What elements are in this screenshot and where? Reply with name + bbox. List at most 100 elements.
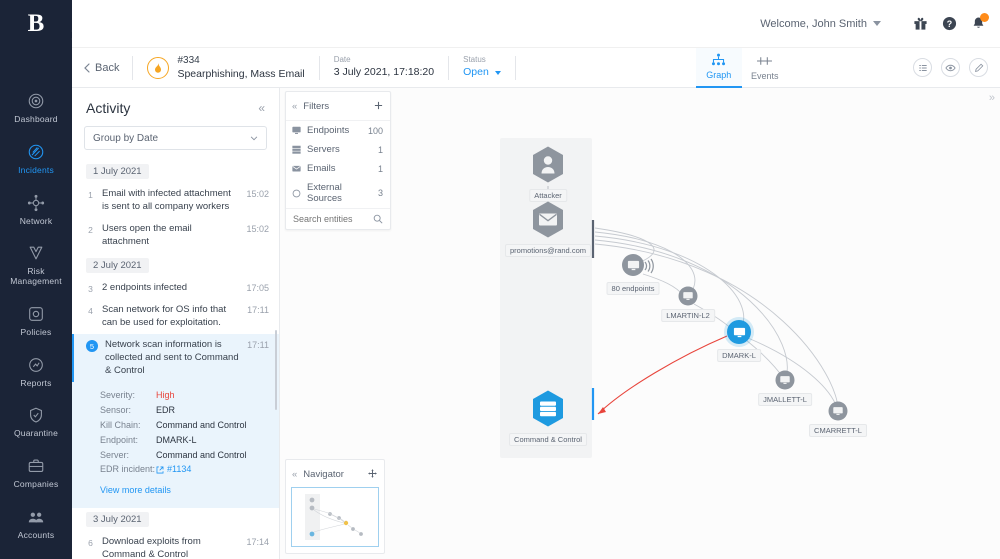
detail-row: Endpoint: DMARK-L xyxy=(100,433,269,448)
filter-row-external-sources[interactable]: External Sources 3 xyxy=(286,178,390,208)
activity-list[interactable]: 1 July 2021 1 Email with infected attach… xyxy=(72,160,279,559)
sidebar-label-risk-management: Risk Management xyxy=(10,266,62,287)
filter-count-servers: 1 xyxy=(377,144,383,155)
detail-value-edr-incident[interactable]: #1134 xyxy=(167,462,191,477)
sidebar-label-accounts: Accounts xyxy=(17,529,55,540)
filters-panel: « Filters Endpoints 100 Servers 1 Emails xyxy=(285,91,391,230)
detail-key: Severity: xyxy=(100,390,136,401)
circle-icon xyxy=(292,189,301,197)
sidebar-label-policies: Policies xyxy=(20,326,52,337)
filters-search-row[interactable] xyxy=(286,208,390,229)
policies-icon xyxy=(29,306,43,321)
plus-icon xyxy=(374,101,383,110)
sidebar: B Dashboard Incidents Network Risk Manag… xyxy=(0,0,84,559)
filter-row-servers[interactable]: Servers 1 xyxy=(286,140,390,159)
activity-item-time: 17:11 xyxy=(247,340,269,351)
detail-key: Server: xyxy=(100,449,130,460)
visibility-button[interactable] xyxy=(941,58,960,77)
briefcase-icon xyxy=(28,459,44,473)
sidebar-label-network: Network xyxy=(19,215,53,226)
sidebar-item-incidents[interactable]: Incidents xyxy=(0,135,72,186)
activity-scrollbar[interactable] xyxy=(275,330,277,410)
monitor-icon xyxy=(780,376,790,384)
graph-node-attacker[interactable] xyxy=(530,145,566,190)
sidebar-label-reports: Reports xyxy=(20,377,52,388)
activity-item-text: Email with infected attachment is sent t… xyxy=(102,188,231,212)
detail-key: Kill Chain: xyxy=(100,419,141,430)
sidebar-item-reports[interactable]: Reports xyxy=(0,348,72,399)
navigator-minimap[interactable] xyxy=(291,487,379,547)
detail-value-endpoint: DMARK-L xyxy=(156,434,197,445)
activity-item-selected[interactable]: 5 Network scan information is collected … xyxy=(72,334,279,383)
search-icon[interactable] xyxy=(373,214,383,224)
incident-status-field[interactable]: Status Open xyxy=(449,55,515,79)
gift-button[interactable] xyxy=(913,16,928,31)
sidebar-item-accounts[interactable]: Accounts xyxy=(0,500,72,551)
sidebar-item-dashboard[interactable]: Dashboard xyxy=(0,84,72,135)
graph-node-command-control[interactable] xyxy=(530,389,566,434)
view-more-details-link[interactable]: View more details xyxy=(100,485,171,495)
tab-graph[interactable]: Graph xyxy=(695,47,742,88)
graph-node-email[interactable] xyxy=(530,200,566,245)
events-icon xyxy=(757,57,773,65)
navigator-expand-button[interactable] xyxy=(368,465,377,483)
activity-item[interactable]: 6 Download exploits from Command & Contr… xyxy=(72,531,279,559)
notifications-button[interactable] xyxy=(971,13,989,31)
navigator-collapse-button[interactable]: « xyxy=(292,469,297,480)
sidebar-item-network[interactable]: Network xyxy=(0,186,72,237)
graph-node-jmallett[interactable] xyxy=(775,370,795,390)
group-by-select[interactable]: Group by Date xyxy=(84,126,267,150)
activity-item-time: 15:02 xyxy=(246,224,269,235)
graph-canvas[interactable]: » Attacker promotions@rand.com 80 endpoi… xyxy=(280,88,1000,559)
activity-item[interactable]: 4 Scan network for OS info that can be u… xyxy=(72,299,279,334)
search-input[interactable] xyxy=(293,214,363,224)
user-menu-chevron-down-icon[interactable] xyxy=(873,21,881,26)
graph-node-cmarrett[interactable] xyxy=(828,401,848,421)
filters-header: « Filters xyxy=(286,92,390,121)
activity-item-text: Scan network for OS info that can be use… xyxy=(102,304,227,328)
list-details-button[interactable] xyxy=(913,58,932,77)
detail-value-server: Command and Control xyxy=(156,449,247,460)
graph-node-endpoints80[interactable] xyxy=(622,254,644,276)
graph-node-label-lmartin: LMARTIN-L2 xyxy=(661,309,715,322)
sidebar-label-dashboard: Dashboard xyxy=(14,114,58,124)
incident-number: #334 xyxy=(177,55,200,67)
activity-item[interactable]: 3 2 endpoints infected 17:05 xyxy=(72,277,279,300)
filter-count-external-sources: 3 xyxy=(377,188,383,198)
sidebar-item-policies[interactable]: Policies xyxy=(0,297,72,348)
activity-item-details: Severity: High Sensor: EDR Kill Chain: Comm… xyxy=(72,382,279,509)
filters-add-button[interactable] xyxy=(374,97,383,115)
filter-count-endpoints: 100 xyxy=(367,125,383,136)
tab-events[interactable]: Events xyxy=(742,48,788,88)
monitor-icon xyxy=(833,407,843,415)
sidebar-item-quarantine[interactable]: Quarantine xyxy=(0,398,72,449)
edit-button[interactable] xyxy=(969,58,988,77)
detail-key: Sensor: xyxy=(100,405,132,416)
external-link-icon xyxy=(156,466,164,474)
help-button[interactable]: ? xyxy=(942,16,957,31)
status-chevron-down-icon[interactable] xyxy=(494,70,501,75)
activity-collapse-button[interactable]: « xyxy=(258,101,265,115)
detail-value-sensor: EDR xyxy=(156,405,176,416)
activity-item-number: 6 xyxy=(88,538,93,549)
back-label: Back xyxy=(95,61,120,74)
filters-collapse-button[interactable]: « xyxy=(292,101,297,112)
reports-icon xyxy=(29,357,43,372)
status-value[interactable]: Open xyxy=(463,66,489,78)
incident-name: Spearphishing, Mass Email xyxy=(177,67,305,80)
activity-header: Activity « xyxy=(72,88,279,124)
app-logo[interactable]: B xyxy=(0,0,72,48)
sidebar-item-companies[interactable]: Companies xyxy=(0,449,72,500)
activity-date-group-header: 3 July 2021 xyxy=(86,512,149,528)
filter-row-emails[interactable]: Emails 1 xyxy=(286,159,390,178)
activity-item[interactable]: 2 Users open the email attachment 15:02 xyxy=(72,218,279,253)
back-button[interactable]: Back xyxy=(72,62,132,74)
activity-item[interactable]: 1 Email with infected attachment is sent… xyxy=(72,183,279,218)
filter-row-endpoints[interactable]: Endpoints 100 xyxy=(286,121,390,140)
graph-node-dmark-selected[interactable] xyxy=(727,320,751,344)
graph-node-label-email: promotions@rand.com xyxy=(505,244,591,257)
sidebar-item-risk-management[interactable]: Risk Management xyxy=(0,236,72,297)
activity-item-number: 1 xyxy=(88,190,93,200)
graph-node-lmartin[interactable] xyxy=(678,286,698,306)
server-icon xyxy=(292,145,301,154)
